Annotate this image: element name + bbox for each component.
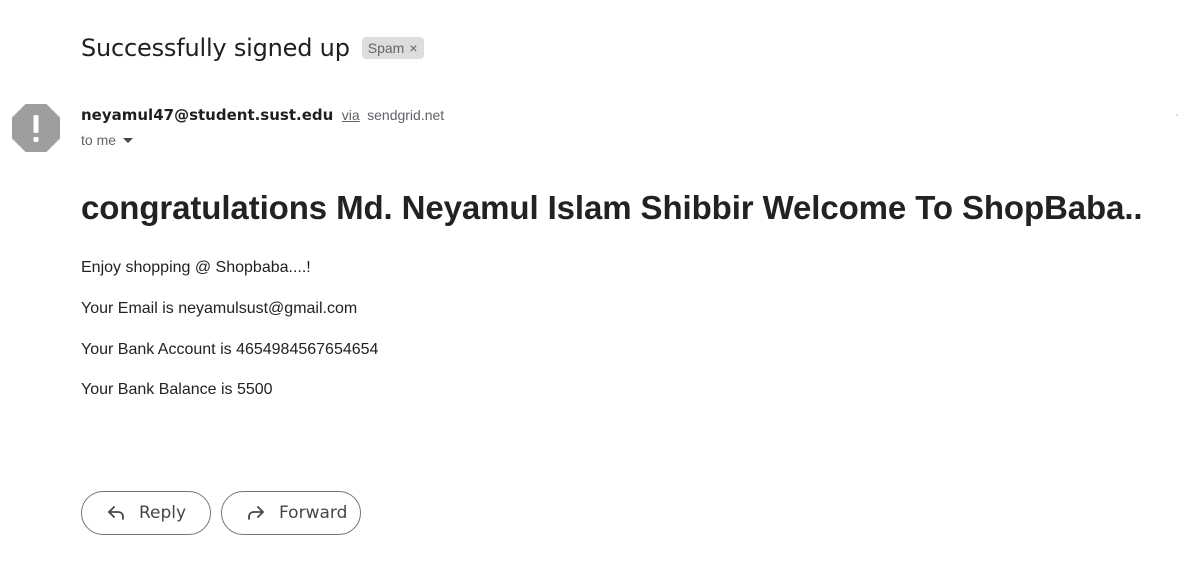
message-line: Your Bank Account is 4654984567654654 [81, 341, 379, 358]
remove-label-icon[interactable]: × [409, 40, 417, 56]
email-subject: Successfully signed up [81, 34, 350, 62]
reply-arrow-icon [108, 506, 124, 520]
recipient-details-toggle[interactable]: to me [81, 132, 134, 148]
message-line: Enjoy shopping @ Shopbaba....! [81, 259, 311, 276]
via-link[interactable]: via [342, 107, 360, 123]
forward-button[interactable]: Forward [221, 491, 361, 535]
recipient-text: to me [81, 132, 117, 148]
subject-row: Successfully signed up Spam × [81, 34, 424, 62]
spam-label-chip[interactable]: Spam × [361, 37, 424, 59]
reply-button[interactable]: Reply [81, 491, 211, 535]
via-domain: sendgrid.net [367, 107, 445, 123]
sender-email[interactable]: neyamul47@student.sust.edu [81, 106, 333, 124]
message-heading: congratulations Md. Neyamul Islam Shibbi… [81, 189, 1143, 226]
spam-label-text: Spam [367, 40, 405, 56]
sender-row: neyamul47@student.sust.edu via sendgrid.… [81, 106, 444, 125]
message-line: Your Bank Balance is 5500 [81, 381, 273, 398]
caret-down-icon[interactable] [123, 137, 134, 143]
forward-arrow-icon [248, 506, 264, 520]
reply-label: Reply [139, 503, 187, 523]
message-line: Your Email is neyamulsust@gmail.com [81, 300, 358, 317]
forward-label: Forward [279, 503, 348, 523]
sender-avatar-warning-icon[interactable] [12, 104, 60, 152]
warning-octagon-icon [12, 104, 60, 152]
